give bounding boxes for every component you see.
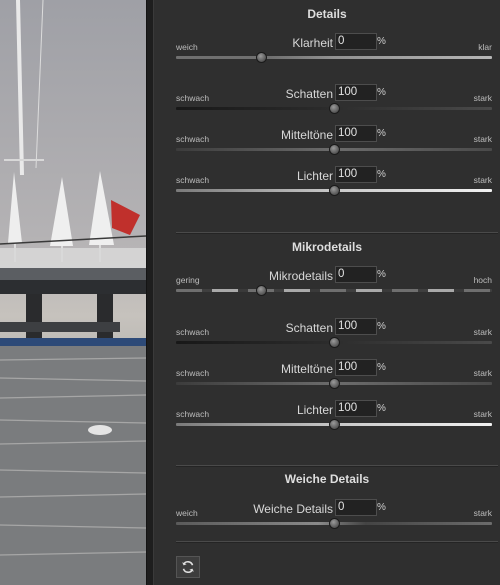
slider-row-mikrodetails: gering Mikrodetails 0 % hoch xyxy=(154,265,500,305)
slider-min-label: schwach xyxy=(176,327,210,337)
slider-label: Weiche Details xyxy=(253,502,333,516)
slider-label: Lichter xyxy=(296,169,333,183)
unit-label: % xyxy=(377,36,386,47)
panel-divider xyxy=(146,0,154,585)
section-divider xyxy=(176,465,498,467)
preview-image xyxy=(0,0,146,585)
slider-min-label: schwach xyxy=(176,175,210,185)
slider-row-weiche-details: weich Weiche Details 0 % stark xyxy=(154,498,500,538)
value-field[interactable]: 100 xyxy=(335,125,377,142)
value-field[interactable]: 0 xyxy=(335,266,377,283)
slider-track[interactable] xyxy=(176,56,492,59)
value-field[interactable]: 100 xyxy=(335,84,377,101)
unit-label: % xyxy=(377,321,386,332)
slider-max-label: klar xyxy=(478,42,492,52)
value-field[interactable]: 100 xyxy=(335,318,377,335)
slider-max-label: stark xyxy=(473,409,492,419)
slider-label: Lichter xyxy=(296,403,333,417)
slider-track[interactable] xyxy=(176,289,492,292)
slider-min-label: schwach xyxy=(176,134,210,144)
section-divider xyxy=(176,232,498,234)
slider-max-label: hoch xyxy=(473,275,492,285)
slider-row-lichter: schwach Lichter 100 % stark xyxy=(154,165,500,205)
slider-label: Mitteltöne xyxy=(280,362,333,376)
slider-min-label: schwach xyxy=(176,93,210,103)
value-field[interactable]: 100 xyxy=(335,400,377,417)
value-field[interactable]: 0 xyxy=(335,499,377,516)
slider-min-label: schwach xyxy=(176,368,210,378)
slider-handle[interactable] xyxy=(329,337,340,348)
slider-max-label: stark xyxy=(473,327,492,337)
unit-label: % xyxy=(377,128,386,139)
slider-label: Klarheit xyxy=(292,36,333,50)
slider-max-label: stark xyxy=(473,368,492,378)
slider-handle[interactable] xyxy=(256,52,268,63)
slider-min-label: gering xyxy=(176,275,200,285)
refresh-icon xyxy=(182,560,194,574)
section-title-details: Details xyxy=(307,7,347,21)
slider-row-mitteltoene: schwach Mitteltöne 100 % stark xyxy=(154,124,500,164)
reset-button[interactable] xyxy=(176,556,200,578)
unit-label: % xyxy=(377,169,386,180)
slider-handle[interactable] xyxy=(329,518,340,529)
details-panel: Details weich Klarheit 0 % klar schwach … xyxy=(154,0,500,585)
slider-row-schatten: schwach Schatten 100 % stark xyxy=(154,83,500,123)
slider-handle[interactable] xyxy=(329,419,340,430)
section-divider xyxy=(176,541,498,543)
value-field[interactable]: 100 xyxy=(335,359,377,376)
slider-row-mitteltoene: schwach Mitteltöne 100 % stark xyxy=(154,358,500,398)
slider-min-label: weich xyxy=(176,42,198,52)
slider-min-label: weich xyxy=(176,508,198,518)
slider-max-label: stark xyxy=(473,134,492,144)
slider-label: Schatten xyxy=(285,87,333,101)
slider-label: Schatten xyxy=(285,321,333,335)
slider-handle[interactable] xyxy=(329,144,340,155)
slider-handle[interactable] xyxy=(329,185,340,196)
slider-max-label: stark xyxy=(473,508,492,518)
slider-max-label: stark xyxy=(473,93,492,103)
unit-label: % xyxy=(377,362,386,373)
slider-min-label: schwach xyxy=(176,409,210,419)
slider-handle[interactable] xyxy=(329,103,340,114)
slider-row-klarheit: weich Klarheit 0 % klar xyxy=(154,32,500,72)
slider-row-lichter: schwach Lichter 100 % stark xyxy=(154,399,500,439)
slider-label: Mitteltöne xyxy=(280,128,333,142)
slider-handle[interactable] xyxy=(329,378,340,389)
unit-label: % xyxy=(377,269,386,280)
slider-row-schatten: schwach Schatten 100 % stark xyxy=(154,317,500,357)
pier-photo xyxy=(0,0,146,585)
value-field[interactable]: 0 xyxy=(335,33,377,50)
value-field[interactable]: 100 xyxy=(335,166,377,183)
unit-label: % xyxy=(377,502,386,513)
slider-handle[interactable] xyxy=(256,285,268,296)
unit-label: % xyxy=(377,87,386,98)
section-title-mikrodetails: Mikrodetails xyxy=(291,240,363,254)
unit-label: % xyxy=(377,403,386,414)
slider-max-label: stark xyxy=(473,175,492,185)
slider-label: Mikrodetails xyxy=(268,269,333,283)
section-title-weiche-details: Weiche Details xyxy=(284,472,370,486)
